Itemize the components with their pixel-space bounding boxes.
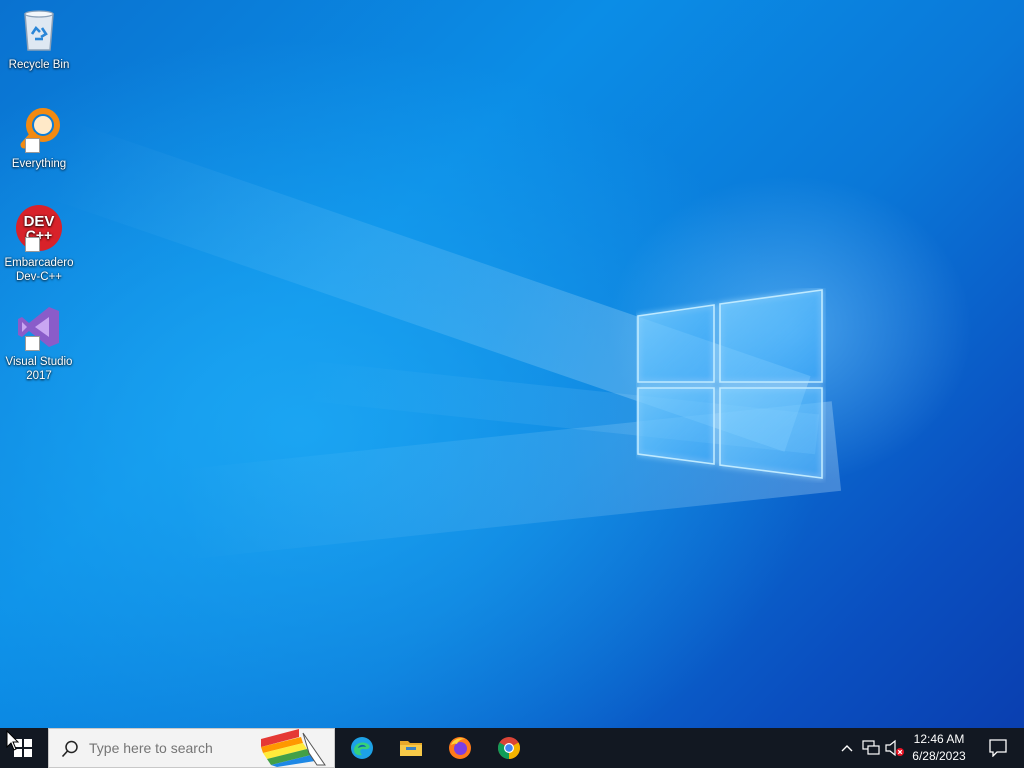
desktop-icon-recycle-bin[interactable]: Recycle Bin [2, 6, 76, 72]
clock-date: 6/28/2023 [912, 749, 966, 763]
start-button[interactable] [0, 728, 46, 768]
taskbar-app-firefox[interactable] [436, 728, 484, 768]
firefox-icon [449, 737, 471, 759]
desktop-icon-dev-cpp[interactable]: DEV C++ Embarcadero Dev-C++ [2, 204, 76, 284]
edge-icon [351, 737, 373, 759]
shortcut-arrow-icon [25, 138, 40, 153]
shortcut-arrow-icon [25, 336, 40, 351]
mouse-cursor-icon [6, 730, 20, 751]
shortcut-arrow-icon [25, 237, 40, 252]
chrome-icon [498, 737, 520, 759]
network-status-button[interactable] [860, 728, 882, 768]
desktop-icon-everything[interactable]: Everything [2, 105, 76, 171]
action-center-button[interactable] [978, 728, 1018, 768]
notification-icon [989, 739, 1007, 757]
desktop-icon-label: Embarcadero Dev-C++ [4, 257, 74, 283]
desktop-icon-visual-studio[interactable]: Visual Studio 2017 [2, 303, 76, 383]
search-highlight-rainbow-icon [261, 729, 326, 767]
clock-time: 12:46 AM [913, 732, 965, 746]
windows-logo-wallpaper [637, 289, 823, 479]
folder-icon [400, 741, 422, 756]
volume-button[interactable] [884, 728, 906, 768]
search-box[interactable] [48, 728, 335, 768]
taskbar-app-chrome[interactable] [485, 728, 533, 768]
desktop-icon-label: Recycle Bin [8, 59, 70, 71]
taskbar-app-edge[interactable] [338, 728, 386, 768]
taskbar-app-file-explorer[interactable] [387, 728, 435, 768]
network-icon [862, 740, 880, 755]
search-icon [61, 740, 78, 758]
show-hidden-icons-button[interactable] [838, 728, 856, 768]
chevron-up-icon [841, 745, 853, 752]
search-input[interactable] [89, 740, 259, 756]
recycle-bin-icon [24, 10, 54, 51]
desktop-icon-label: Visual Studio 2017 [5, 356, 73, 382]
volume-muted-icon [885, 739, 904, 757]
desktop-icon-label: Everything [11, 158, 67, 170]
desktop-background[interactable]: Recycle Bin Everything DEV C++ Embarcade… [0, 0, 1024, 728]
taskbar: 12:46 AM 6/28/2023 [0, 728, 1024, 768]
system-clock[interactable]: 12:46 AM 6/28/2023 [906, 731, 972, 765]
